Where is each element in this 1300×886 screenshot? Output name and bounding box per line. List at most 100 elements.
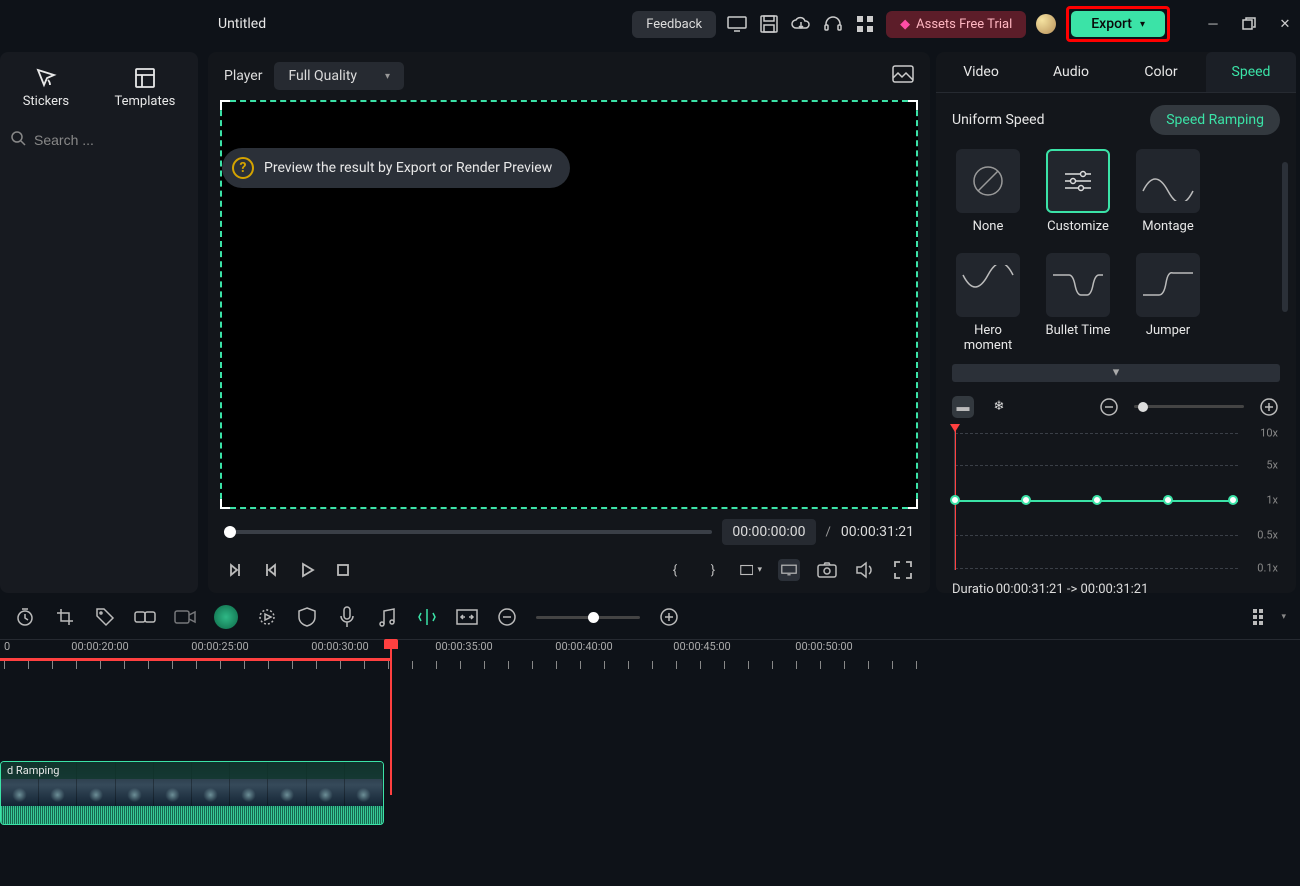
clip-waveform: [1, 806, 383, 824]
preset-none[interactable]: None: [952, 149, 1024, 235]
tab-stickers[interactable]: Stickers: [23, 66, 69, 109]
headset-icon[interactable]: [822, 13, 844, 35]
uniform-speed-label[interactable]: Uniform Speed: [952, 112, 1044, 128]
effects-icon[interactable]: [256, 606, 278, 628]
maximize-button[interactable]: [1242, 17, 1256, 31]
curve-keyframe[interactable]: [1021, 495, 1031, 505]
crop-icon[interactable]: [54, 606, 76, 628]
feedback-button[interactable]: Feedback: [632, 11, 716, 38]
duration-row: Duratio 00:00:31:21 -> 00:00:31:21: [952, 582, 1280, 593]
ai-button[interactable]: [214, 605, 238, 629]
video-clip[interactable]: d Ramping: [0, 761, 384, 825]
clip-label: d Ramping: [1, 762, 383, 779]
ratio-dropdown[interactable]: ▾: [740, 559, 762, 581]
templates-icon: [133, 66, 157, 90]
scrollbar[interactable]: [1282, 162, 1288, 312]
chevron-down-icon[interactable]: ▾: [1281, 612, 1286, 622]
speed-mode-toggle: Uniform Speed Speed Ramping: [952, 105, 1280, 135]
next-frame-button[interactable]: [260, 559, 282, 581]
zoom-slider[interactable]: [536, 616, 640, 619]
speed-curve[interactable]: 10x 5x 1x 0.5x 0.1x: [954, 430, 1278, 570]
crop-handle-tr[interactable]: [908, 100, 918, 110]
zoom-in-speed-button[interactable]: [1258, 396, 1280, 418]
freeze-icon[interactable]: ❄: [988, 396, 1010, 418]
rp-body: Uniform Speed Speed Ramping None Customi…: [936, 93, 1296, 593]
prev-frame-button[interactable]: [224, 559, 246, 581]
tab-video[interactable]: Video: [936, 52, 1026, 92]
speed-ramping-pill[interactable]: Speed Ramping: [1150, 105, 1280, 135]
tag-icon[interactable]: [94, 606, 116, 628]
preset-montage[interactable]: Montage: [1132, 149, 1204, 235]
track-area[interactable]: d Ramping: [0, 675, 1300, 855]
close-button[interactable]: ✕: [1278, 17, 1292, 31]
playbar: 00:00:00:00 / 00:00:31:21: [208, 509, 930, 555]
crop-handle-tl[interactable]: [220, 100, 230, 110]
preview-panel: Player Full Quality ▾ ? Preview the resu…: [208, 52, 930, 593]
chevron-down-icon: ▾: [1140, 19, 1145, 30]
curve-keyframe[interactable]: [950, 495, 960, 505]
crop-handle-br[interactable]: [908, 499, 918, 509]
preview-header: Player Full Quality ▾: [208, 52, 930, 100]
mark-in-button[interactable]: {: [664, 559, 686, 581]
zoom-out-button[interactable]: [496, 606, 518, 628]
timeline: ▾ 0 00:00:20:00 00:00:25:00 00:00:30:00 …: [0, 593, 1300, 873]
grid-icon[interactable]: [854, 13, 876, 35]
preset-expander[interactable]: ▾: [952, 364, 1280, 382]
snapshot-button[interactable]: [816, 559, 838, 581]
camera-off-icon[interactable]: [174, 606, 196, 628]
timer-icon[interactable]: [14, 606, 36, 628]
curve-keyframe[interactable]: [1163, 495, 1173, 505]
tab-color[interactable]: Color: [1116, 52, 1206, 92]
minus-square-button[interactable]: ▬: [952, 396, 974, 418]
mic-icon[interactable]: [336, 606, 358, 628]
left-panel: Stickers Templates ⋯: [0, 52, 198, 593]
tab-audio[interactable]: Audio: [1026, 52, 1116, 92]
split-icon[interactable]: [416, 606, 438, 628]
volume-button[interactable]: [854, 559, 876, 581]
speed-slider[interactable]: [1134, 405, 1244, 408]
curve-label-1x: 1x: [1266, 493, 1278, 506]
timeline-toolbar: ▾: [0, 601, 1300, 639]
shield-icon[interactable]: [296, 606, 318, 628]
search-input[interactable]: [34, 132, 215, 148]
curve-keyframe[interactable]: [1228, 495, 1238, 505]
monitor-icon[interactable]: [726, 13, 748, 35]
stop-button[interactable]: [332, 559, 354, 581]
tab-speed[interactable]: Speed: [1206, 52, 1296, 92]
curve-keyframe[interactable]: [1092, 495, 1102, 505]
fullscreen-button[interactable]: [892, 559, 914, 581]
moon-icon[interactable]: [1036, 14, 1056, 34]
cloud-icon[interactable]: [790, 13, 812, 35]
preset-jumper[interactable]: Jumper: [1132, 253, 1204, 354]
group-icon[interactable]: [134, 606, 156, 628]
scrub-handle[interactable]: [224, 526, 236, 538]
music-icon[interactable]: [376, 606, 398, 628]
preview-canvas[interactable]: ? Preview the result by Export or Render…: [220, 100, 918, 509]
image-icon[interactable]: [892, 65, 914, 87]
track-layout-icon[interactable]: [1249, 606, 1271, 628]
tab-templates[interactable]: Templates: [114, 66, 175, 109]
timeline-ruler[interactable]: 0 00:00:20:00 00:00:25:00 00:00:30:00 00…: [0, 639, 1300, 675]
scrubber[interactable]: [224, 530, 712, 534]
curve-label-05x: 0.5x: [1257, 528, 1278, 541]
crop-handle-bl[interactable]: [220, 499, 230, 509]
duration-value: 00:00:31:21 -> 00:00:31:21: [996, 582, 1149, 593]
hint-text: Preview the result by Export or Render P…: [264, 160, 552, 176]
export-highlight: Export ▾: [1066, 6, 1170, 42]
save-icon[interactable]: [758, 13, 780, 35]
mark-out-button[interactable]: }: [702, 559, 724, 581]
titlebar-right: Feedback ◆Assets Free Trial Export ▾ ─ ✕: [632, 6, 1292, 42]
preset-bullet[interactable]: Bullet Time: [1042, 253, 1114, 354]
preset-hero[interactable]: Hero moment: [952, 253, 1024, 354]
preset-customize[interactable]: Customize: [1042, 149, 1114, 235]
zoom-in-button[interactable]: [658, 606, 680, 628]
play-button[interactable]: [296, 559, 318, 581]
fit-icon[interactable]: [456, 606, 478, 628]
minimize-button[interactable]: ─: [1206, 17, 1220, 31]
zoom-out-speed-button[interactable]: [1098, 396, 1120, 418]
assets-free-trial-button[interactable]: ◆Assets Free Trial: [886, 11, 1026, 38]
duration-label: Duratio: [952, 582, 994, 593]
quality-dropdown[interactable]: Full Quality ▾: [274, 62, 404, 90]
screen-mode-button[interactable]: [778, 559, 800, 581]
export-button[interactable]: Export ▾: [1071, 11, 1165, 37]
